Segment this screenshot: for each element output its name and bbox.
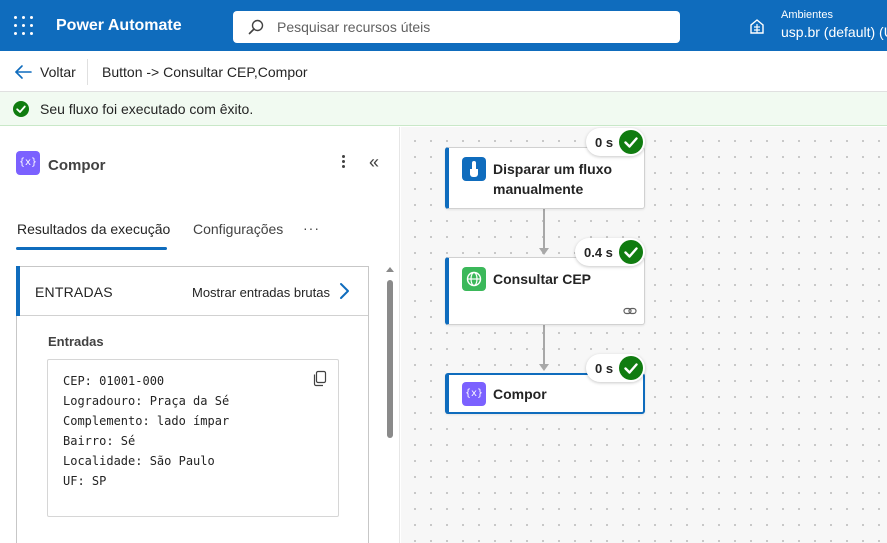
run-duration-badge: 0 s	[586, 128, 646, 156]
node-label: Compor	[493, 386, 547, 402]
arrow-left-icon	[15, 65, 32, 79]
inputs-value: CEP: 01001-000 Logradouro: Praça da Sé Com…	[63, 371, 229, 491]
app-launcher-icon[interactable]	[14, 16, 33, 35]
show-raw-inputs-link[interactable]: Mostrar entradas brutas	[192, 285, 330, 300]
tab-settings[interactable]: Configurações	[193, 221, 283, 237]
node-label-line: Disparar um fluxo	[493, 161, 613, 177]
duration-text: 0.4 s	[584, 244, 613, 260]
input-line-cep: CEP: 01001-000	[63, 374, 165, 388]
environment-icon[interactable]	[748, 17, 766, 35]
success-check-icon	[618, 240, 643, 264]
back-button[interactable]: Voltar	[14, 63, 76, 81]
search-icon	[248, 19, 264, 35]
flow-node-trigger[interactable]: Disparar um fluxo manualmente	[445, 147, 645, 209]
search-box[interactable]	[233, 11, 680, 43]
inputs-card-header[interactable]: ENTRADAS Mostrar entradas brutas	[16, 266, 368, 316]
inputs-heading: ENTRADAS	[35, 284, 113, 300]
success-banner: Seu fluxo foi executado com êxito.	[0, 92, 887, 126]
search-input[interactable]	[277, 17, 657, 37]
back-label: Voltar	[40, 64, 76, 80]
connector-2	[543, 325, 545, 364]
input-line-localidade: Localidade: São Paulo	[63, 454, 215, 468]
node-label: Disparar um fluxo manualmente	[493, 159, 612, 199]
duration-text: 0 s	[595, 360, 614, 376]
connector-1	[543, 209, 545, 248]
chevron-right-icon[interactable]	[338, 282, 350, 300]
node-label-line: manualmente	[493, 181, 584, 197]
compose-icon: {x}	[462, 382, 486, 406]
run-duration-badge: 0.4 s	[575, 238, 645, 266]
flow-node-consultar-cep[interactable]: Consultar CEP	[445, 257, 645, 325]
flow-canvas[interactable]: Disparar um fluxo manualmente 0 s Consul…	[401, 127, 887, 543]
more-tabs-button[interactable]: ···	[303, 220, 320, 236]
banner-message: Seu fluxo foi executado com êxito.	[40, 101, 254, 117]
success-check-icon	[13, 101, 29, 117]
duration-text: 0 s	[595, 134, 614, 150]
inputs-value-box: CEP: 01001-000 Logradouro: Praça da Sé Com…	[47, 359, 339, 517]
input-line-bairro: Bairro: Sé	[63, 434, 136, 448]
panel-title: Compor	[48, 157, 106, 174]
copy-icon[interactable]	[312, 370, 328, 387]
manual-trigger-icon	[462, 157, 486, 181]
input-line-logradouro: Logradouro: Praça da Sé	[63, 394, 230, 408]
node-label: Consultar CEP	[493, 271, 592, 287]
arrow-1	[539, 248, 549, 255]
app-title[interactable]: Power Automate	[56, 17, 182, 35]
inputs-section-label: Entradas	[48, 334, 104, 349]
environment-value[interactable]: usp.br (default) (U	[781, 24, 887, 40]
http-globe-icon	[462, 267, 486, 291]
command-bar: Voltar Button -> Consultar CEP,Compor	[0, 51, 887, 92]
scrollbar-thumb[interactable]	[387, 280, 393, 438]
collapse-panel-icon[interactable]: «	[369, 153, 379, 171]
input-line-uf: UF: SP	[63, 474, 107, 488]
environment-label[interactable]: Ambientes	[781, 9, 833, 21]
success-check-icon	[619, 130, 644, 154]
card-accent-bar	[16, 266, 20, 316]
panel-scrollbar[interactable]	[386, 267, 394, 543]
link-icon[interactable]	[623, 306, 637, 316]
top-bar: Power Automate Ambientes usp.br (default…	[0, 0, 887, 51]
run-duration-badge: 0 s	[586, 354, 646, 382]
success-check-icon	[619, 356, 644, 380]
flow-title: Button -> Consultar CEP,Compor	[102, 64, 308, 80]
more-options-icon[interactable]	[336, 153, 350, 171]
selected-tab-indicator	[16, 247, 167, 250]
input-line-complemento: Complemento: lado ímpar	[63, 414, 230, 428]
compose-icon: {x}	[16, 151, 40, 175]
scroll-up-arrow[interactable]	[386, 267, 394, 272]
tab-run-results[interactable]: Resultados da execução	[17, 221, 170, 237]
arrow-2	[539, 364, 549, 371]
inputs-card: ENTRADAS Mostrar entradas brutas Entrada…	[16, 266, 369, 543]
divider	[87, 59, 88, 85]
details-panel: {x} Compor « Resultados da execução Conf…	[0, 127, 400, 543]
